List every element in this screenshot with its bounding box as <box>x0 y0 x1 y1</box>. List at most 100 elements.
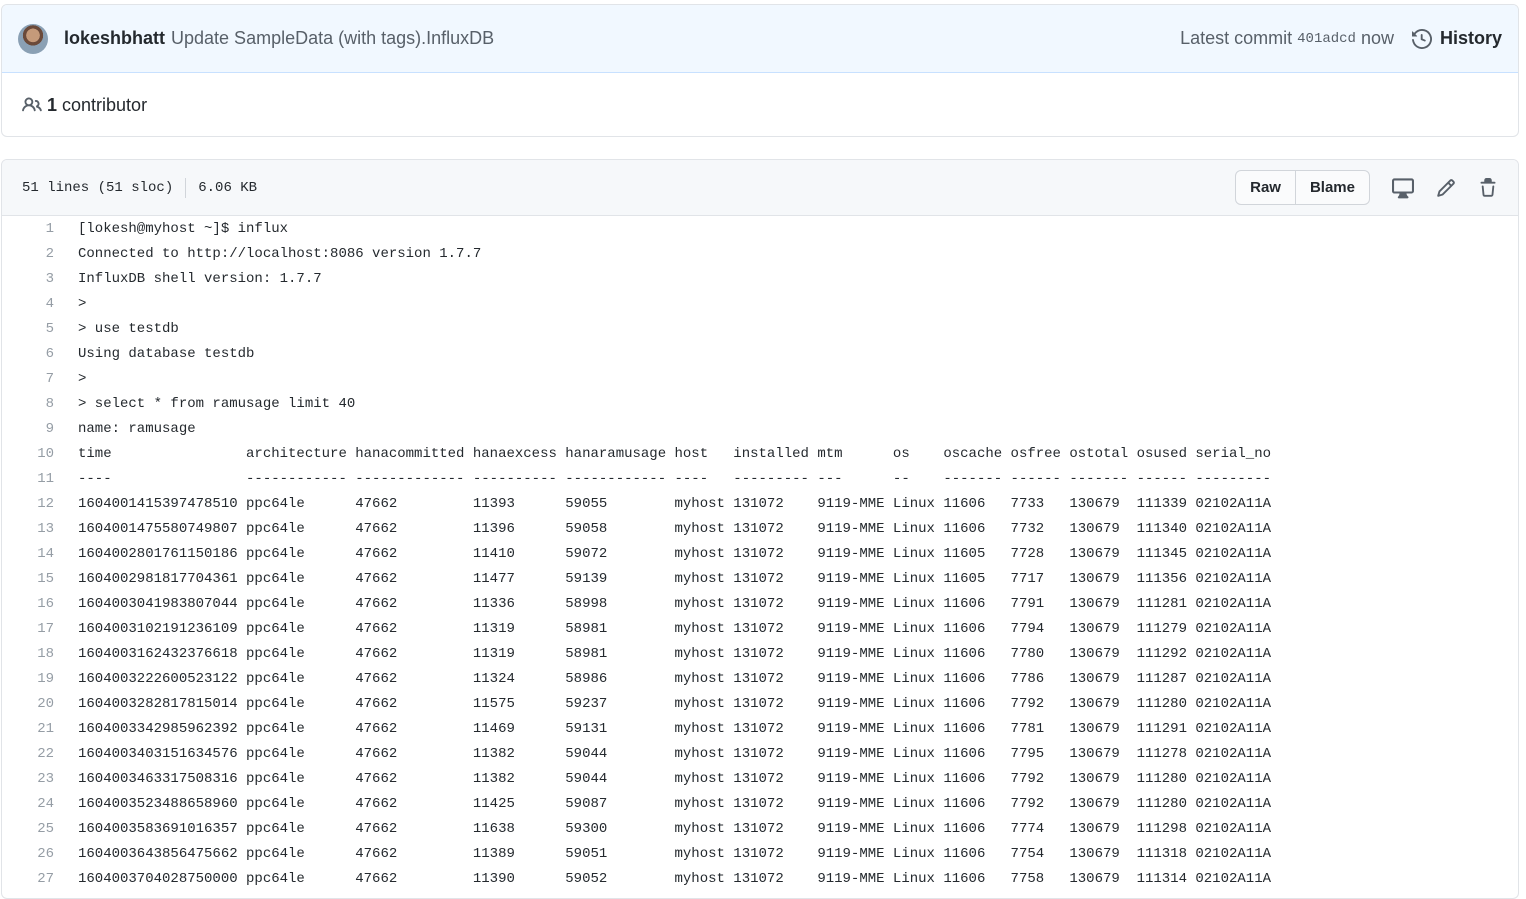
line-content: 1604001475580749807 ppc64le 47662 11396 … <box>78 520 1271 537</box>
line-number[interactable]: 25 <box>2 821 78 837</box>
code-line: 11 ---- ------------ ------------- ------… <box>2 466 1518 491</box>
line-number[interactable]: 24 <box>2 796 78 812</box>
line-number[interactable]: 6 <box>2 346 78 362</box>
line-number[interactable]: 7 <box>2 371 78 387</box>
line-number[interactable]: 9 <box>2 421 78 437</box>
line-content: 1604003041983807044 ppc64le 47662 11336 … <box>78 595 1271 612</box>
blame-button[interactable]: Blame <box>1294 171 1369 204</box>
line-number[interactable]: 19 <box>2 671 78 687</box>
line-number[interactable]: 20 <box>2 696 78 712</box>
trash-icon[interactable] <box>1478 177 1498 198</box>
line-content: 1604003643856475662 ppc64le 47662 11389 … <box>78 845 1271 862</box>
line-content: [lokesh@myhost ~]$ influx <box>78 220 289 237</box>
line-number[interactable]: 4 <box>2 296 78 312</box>
line-number[interactable]: 14 <box>2 546 78 562</box>
code-body: 1 [lokesh@myhost ~]$ influx 2 Connected to … <box>2 216 1518 891</box>
commit-box: lokeshbhatt Update SampleData (with tags… <box>1 4 1519 137</box>
line-number[interactable]: 15 <box>2 571 78 587</box>
line-content: Using database testdb <box>78 345 255 362</box>
contributor-count: 1 <box>47 94 58 115</box>
line-number[interactable]: 21 <box>2 721 78 737</box>
line-content: InfluxDB shell version: 1.7.7 <box>78 270 322 287</box>
line-number[interactable]: 1 <box>2 221 78 237</box>
line-content: 1604003102191236109 ppc64le 47662 11319 … <box>78 620 1271 637</box>
line-number[interactable]: 16 <box>2 596 78 612</box>
line-content: time architecture hanacommitted hanaexce… <box>78 445 1271 462</box>
code-line: 6 Using database testdb <box>2 341 1518 366</box>
code-line: 4 > <box>2 291 1518 316</box>
line-content: name: ramusage <box>78 420 196 437</box>
line-number[interactable]: 8 <box>2 396 78 412</box>
history-button[interactable]: History <box>1411 28 1502 49</box>
line-content: > <box>78 295 87 312</box>
file-info-divider <box>185 177 187 198</box>
contributor-label: contributor <box>62 94 148 115</box>
code-line: 1 [lokesh@myhost ~]$ influx <box>2 216 1518 241</box>
commit-author[interactable]: lokeshbhatt <box>64 28 165 49</box>
code-line: 9 name: ramusage <box>2 416 1518 441</box>
code-line: 16 1604003041983807044 ppc64le 47662 1133… <box>2 591 1518 616</box>
code-line: 21 1604003342985962392 ppc64le 47662 1146… <box>2 716 1518 741</box>
people-icon <box>22 97 42 112</box>
code-line: 24 1604003523488658960 ppc64le 47662 1142… <box>2 791 1518 816</box>
code-line: 27 1604003704028750000 ppc64le 47662 1139… <box>2 866 1518 891</box>
line-content: ---- ------------ ------------- --------… <box>78 470 1271 487</box>
contributors-row[interactable]: 1 contributor <box>2 73 1518 136</box>
line-number[interactable]: 11 <box>2 471 78 487</box>
code-line: 23 1604003463317508316 ppc64le 47662 1138… <box>2 766 1518 791</box>
pencil-icon[interactable] <box>1436 178 1456 198</box>
line-number[interactable]: 26 <box>2 846 78 862</box>
line-content: 1604003523488658960 ppc64le 47662 11425 … <box>78 795 1271 812</box>
code-line: 18 1604003162432376618 ppc64le 47662 1131… <box>2 641 1518 666</box>
code-line: 2 Connected to http://localhost:8086 vers… <box>2 241 1518 266</box>
file-size: 6.06 KB <box>198 179 258 196</box>
line-content: > <box>78 370 87 387</box>
code-line: 20 1604003282817815014 ppc64le 47662 1157… <box>2 691 1518 716</box>
line-number[interactable]: 12 <box>2 496 78 512</box>
line-content: 1604002981817704361 ppc64le 47662 11477 … <box>78 570 1271 587</box>
code-line: 19 1604003222600523122 ppc64le 47662 1132… <box>2 666 1518 691</box>
latest-commit-label: Latest commit <box>1180 28 1293 48</box>
line-number[interactable]: 13 <box>2 521 78 537</box>
code-line: 7 > <box>2 366 1518 391</box>
history-label: History <box>1439 28 1502 48</box>
file-lines-info: 51 lines (51 sloc) <box>22 179 174 196</box>
desktop-icon[interactable] <box>1392 177 1414 199</box>
line-number[interactable]: 23 <box>2 771 78 787</box>
line-content: > select * from ramusage limit 40 <box>78 395 356 412</box>
line-content: 1604003282817815014 ppc64le 47662 11575 … <box>78 695 1271 712</box>
line-number[interactable]: 5 <box>2 321 78 337</box>
line-content: 1604003704028750000 ppc64le 47662 11390 … <box>78 870 1271 887</box>
history-icon <box>1411 28 1432 49</box>
code-line: 13 1604001475580749807 ppc64le 47662 1139… <box>2 516 1518 541</box>
code-line: 8 > select * from ramusage limit 40 <box>2 391 1518 416</box>
file-actions-group: Raw Blame <box>1235 170 1370 205</box>
commit-message[interactable]: Update SampleData (with tags).InfluxDB <box>171 28 494 49</box>
raw-button[interactable]: Raw <box>1236 171 1295 204</box>
code-line: 25 1604003583691016357 ppc64le 47662 1163… <box>2 816 1518 841</box>
latest-commit-bar: lokeshbhatt Update SampleData (with tags… <box>2 5 1518 73</box>
commit-sha[interactable]: 401adcd <box>1297 31 1356 47</box>
line-number[interactable]: 3 <box>2 271 78 287</box>
line-number[interactable]: 2 <box>2 246 78 262</box>
file-box: 51 lines (51 sloc) 6.06 KB Raw Blame 1 [l… <box>1 159 1519 899</box>
line-number[interactable]: 17 <box>2 621 78 637</box>
code-line: 26 1604003643856475662 ppc64le 47662 1138… <box>2 841 1518 866</box>
code-line: 3 InfluxDB shell version: 1.7.7 <box>2 266 1518 291</box>
line-content: 1604003342985962392 ppc64le 47662 11469 … <box>78 720 1271 737</box>
line-number[interactable]: 18 <box>2 646 78 662</box>
code-line: 15 1604002981817704361 ppc64le 47662 1147… <box>2 566 1518 591</box>
line-content: Connected to http://localhost:8086 versi… <box>78 245 482 262</box>
line-content: 1604003583691016357 ppc64le 47662 11638 … <box>78 820 1271 837</box>
line-content: 1604003222600523122 ppc64le 47662 11324 … <box>78 670 1271 687</box>
line-number[interactable]: 27 <box>2 871 78 887</box>
author-avatar[interactable] <box>18 23 48 54</box>
line-number[interactable]: 10 <box>2 446 78 462</box>
code-line: 17 1604003102191236109 ppc64le 47662 1131… <box>2 616 1518 641</box>
code-line: 22 1604003403151634576 ppc64le 47662 1138… <box>2 741 1518 766</box>
code-line: 5 > use testdb <box>2 316 1518 341</box>
code-line: 12 1604001415397478510 ppc64le 47662 1139… <box>2 491 1518 516</box>
line-number[interactable]: 22 <box>2 746 78 762</box>
line-content: 1604003162432376618 ppc64le 47662 11319 … <box>78 645 1271 662</box>
code-line: 10 time architecture hanacommitted hanaex… <box>2 441 1518 466</box>
